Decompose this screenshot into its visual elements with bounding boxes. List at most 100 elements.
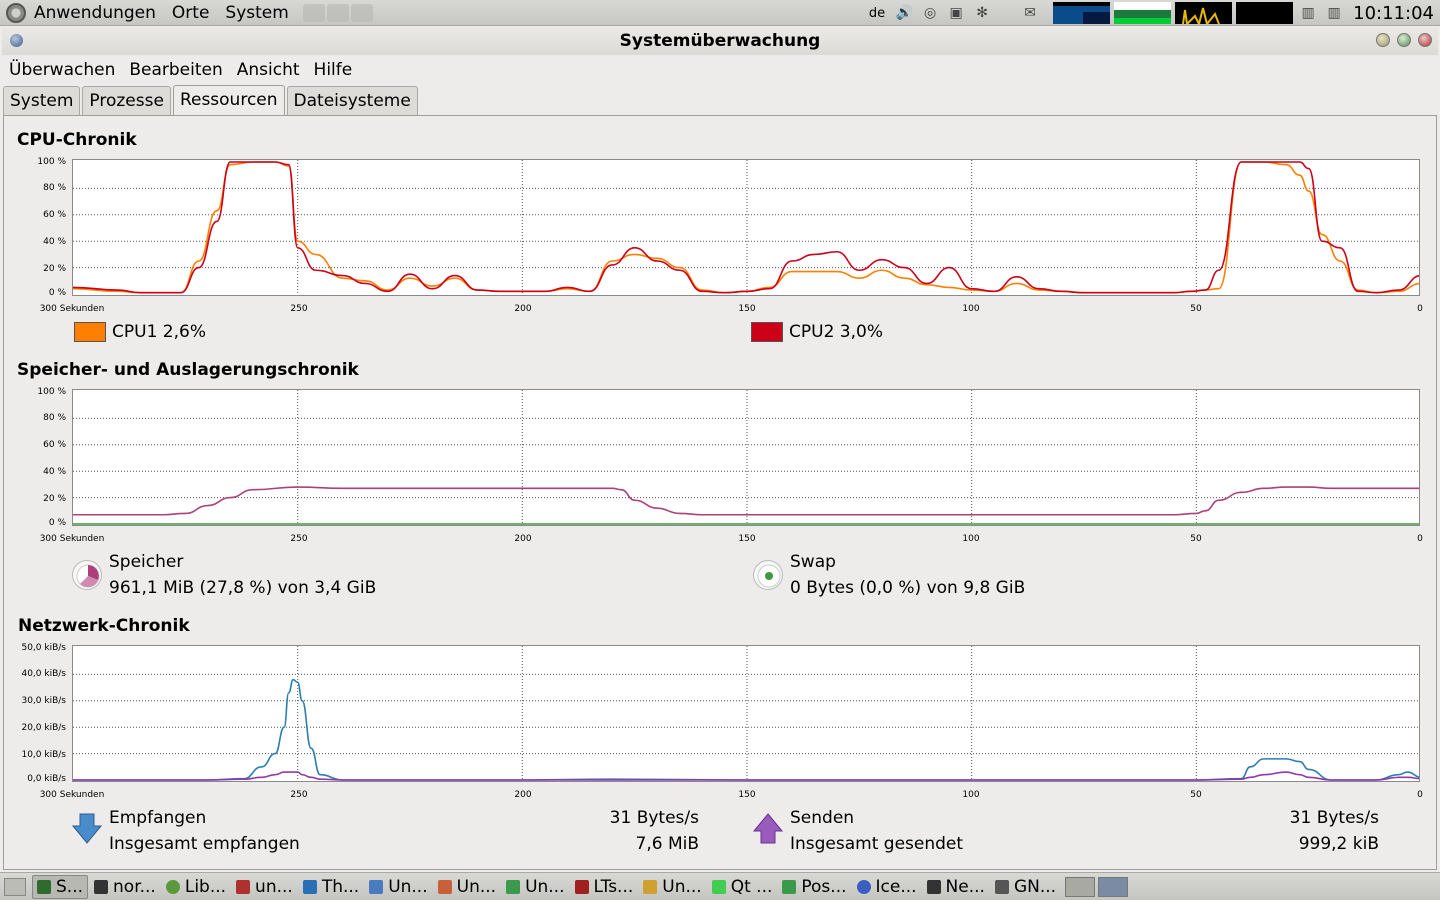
- clipboard-icon[interactable]: ▥: [1323, 3, 1345, 23]
- memory-x-label: 250: [290, 534, 308, 544]
- load-monitor-applet[interactable]: [1236, 2, 1294, 24]
- window-menu-icon[interactable]: [10, 34, 23, 47]
- task-thunar[interactable]: Th...: [299, 875, 363, 899]
- memory-pie-icon[interactable]: [72, 560, 102, 590]
- receive-arrow-icon[interactable]: [71, 812, 103, 850]
- task-qt[interactable]: Qt ...: [708, 875, 777, 899]
- tab-resources[interactable]: Ressourcen: [172, 85, 285, 116]
- network-y-label: 10,0 kiB/s: [21, 750, 66, 760]
- system-monitor-icon: [37, 879, 51, 894]
- menu-edit[interactable]: Bearbeiten: [122, 60, 229, 80]
- network-x-label: 200: [514, 790, 532, 800]
- task-terminal[interactable]: nor...: [90, 875, 160, 899]
- battery-icon[interactable]: ▣: [945, 3, 967, 23]
- network-y-label: 20,0 kiB/s: [21, 723, 66, 733]
- close-button[interactable]: [1418, 33, 1432, 47]
- workspace-2[interactable]: [1098, 876, 1129, 897]
- app-icon: [574, 879, 589, 894]
- task-network[interactable]: Ne...: [923, 875, 989, 899]
- gnu-icon: [994, 879, 1009, 894]
- panel-menu-system[interactable]: System: [217, 3, 296, 23]
- app-icon: [782, 879, 797, 894]
- network-x-label: 0: [1417, 790, 1423, 800]
- menu-help[interactable]: Hilfe: [307, 60, 360, 80]
- cpu-monitor-applet[interactable]: [1053, 2, 1111, 24]
- task-untitled-calc[interactable]: Un...: [502, 875, 568, 899]
- window-titlebar[interactable]: Systemüberwachung: [2, 27, 1438, 55]
- network-history-graph: [72, 645, 1420, 782]
- launcher-icon[interactable]: [326, 3, 349, 22]
- task-label: Qt ...: [730, 876, 773, 897]
- task-gnu[interactable]: GN...: [991, 875, 1060, 899]
- cpu1-color-swatch[interactable]: [74, 322, 106, 342]
- task-label: Un...: [388, 876, 428, 897]
- task-system-monitor[interactable]: S...: [32, 874, 89, 899]
- workspace-icon[interactable]: ▥: [1297, 3, 1319, 23]
- task-untitled-doc[interactable]: Un...: [365, 875, 431, 899]
- window-title: Systemüberwachung: [619, 31, 821, 51]
- receive-total: 7,6 MiB: [635, 834, 700, 854]
- menu-monitor[interactable]: Überwachen: [2, 60, 122, 80]
- fan-icon[interactable]: ✻: [971, 3, 993, 23]
- task-untitled-draw[interactable]: Un...: [639, 875, 705, 899]
- network-x-label: 250: [290, 790, 308, 800]
- tab-filesystems[interactable]: Dateisysteme: [286, 86, 418, 115]
- workspace-1[interactable]: [1065, 876, 1096, 897]
- cpu-x-label: 100: [962, 304, 980, 314]
- cpu-y-axis-labels: 100 % 80 % 60 % 40 % 20 % 0 %: [0, 157, 68, 298]
- cpu-y-label: 80 %: [43, 183, 66, 193]
- memory-x-label: 300 Sekunden: [39, 534, 105, 544]
- cpu2-color-swatch[interactable]: [751, 322, 783, 342]
- cpu-x-label: 50: [1190, 304, 1202, 314]
- volume-icon[interactable]: 🔊: [893, 3, 915, 23]
- tab-processes[interactable]: Prozesse: [82, 86, 171, 115]
- network-monitor-applet[interactable]: [1175, 2, 1233, 24]
- minimize-button[interactable]: [1376, 33, 1390, 47]
- document-icon: [369, 879, 384, 894]
- task-untitled-impress[interactable]: Un...: [434, 875, 500, 899]
- network-x-axis-labels: 300 Sekunden 250 200 150 100 50 0: [0, 790, 1440, 802]
- task-unknown-1[interactable]: un...: [232, 875, 297, 899]
- launcher-icon[interactable]: [350, 3, 373, 22]
- cpu-y-label: 100 %: [37, 157, 66, 167]
- spreadsheet-icon: [506, 879, 521, 894]
- libreoffice-icon: [165, 879, 180, 894]
- task-libreoffice[interactable]: Lib...: [162, 875, 230, 899]
- cpu-history-svg: [73, 160, 1419, 295]
- menu-view[interactable]: Ansicht: [230, 60, 307, 80]
- memory-section-title: Speicher- und Auslagerungschronik: [17, 360, 359, 380]
- task-postbox[interactable]: Pos...: [778, 875, 850, 899]
- top-panel: Anwendungen Orte System de 🔊 ◎ ▣ ✻ ✉ ▥ ▥…: [0, 0, 1440, 26]
- send-arrow-icon[interactable]: [752, 812, 784, 850]
- network-x-label: 100: [962, 790, 980, 800]
- tab-bar: System Prozesse Ressourcen Dateisysteme: [3, 85, 420, 116]
- task-iceweasel[interactable]: Ice...: [853, 875, 921, 899]
- network-y-label: 40,0 kiB/s: [21, 669, 66, 679]
- cpu1-legend-label: CPU1 2,6%: [112, 322, 206, 342]
- launcher-icon[interactable]: [302, 3, 325, 22]
- mail-icon[interactable]: ✉: [1019, 3, 1041, 23]
- task-ltspice[interactable]: LTs...: [571, 875, 638, 899]
- network-icon[interactable]: ◎: [919, 3, 941, 23]
- memory-monitor-applet[interactable]: [1114, 2, 1172, 24]
- ubuntu-logo-icon[interactable]: [6, 2, 26, 23]
- keyboard-layout-indicator[interactable]: de: [869, 6, 885, 21]
- maximize-button[interactable]: [1397, 33, 1411, 47]
- swap-pie-icon[interactable]: [753, 560, 783, 590]
- memory-y-label: 20 %: [43, 494, 66, 504]
- swap-label: Swap: [790, 552, 836, 572]
- panel-menu-places[interactable]: Orte: [164, 3, 218, 23]
- memory-y-label: 60 %: [43, 440, 66, 450]
- show-desktop-icon[interactable]: [4, 877, 26, 896]
- cpu-x-axis-labels: 300 Sekunden 250 200 150 100 50 0: [0, 304, 1440, 316]
- terminal-icon: [94, 879, 109, 894]
- app-icon: [926, 879, 941, 894]
- panel-clock[interactable]: 10:11:04: [1347, 3, 1440, 24]
- system-tray: de 🔊 ◎ ▣ ✻ ✉ ▥ ▥ 10:11:04: [869, 0, 1440, 26]
- tab-system[interactable]: System: [3, 86, 81, 115]
- task-label: nor...: [113, 876, 156, 897]
- app-icon: [302, 879, 317, 894]
- cpu2-legend-label: CPU2 3,0%: [789, 322, 883, 342]
- send-total-label: Insgesamt gesendet: [790, 834, 964, 854]
- panel-menu-applications[interactable]: Anwendungen: [26, 3, 164, 23]
